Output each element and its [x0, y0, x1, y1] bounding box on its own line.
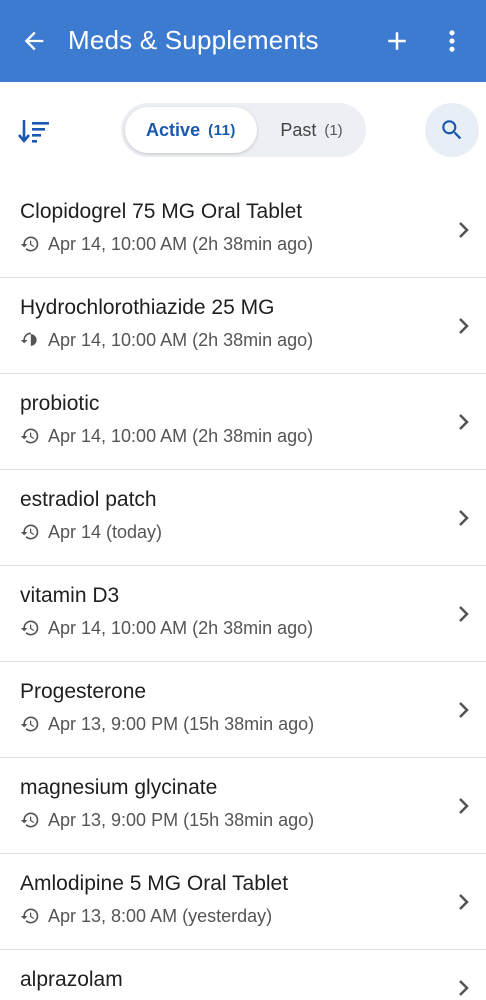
last-taken: Apr 13, 8:00 AM (yesterday) [20, 903, 272, 929]
chevron-right-icon [454, 698, 474, 722]
list-item[interactable]: estradiol patch Apr 14 (today) [0, 470, 486, 566]
tab-past-label: Past [280, 119, 317, 140]
status-segmented-control: Active (11) Past (1) [121, 103, 366, 157]
last-taken: Apr 13, 9:00 PM (15h 38min ago) [20, 711, 314, 737]
list-item[interactable]: probiotic Apr 14, 10:00 AM (2h 38min ago… [0, 374, 486, 470]
last-taken: Apr 14, 10:00 AM (2h 38min ago) [20, 423, 313, 449]
med-name: vitamin D3 [20, 584, 120, 607]
history-icon [20, 234, 40, 254]
chevron-right-icon [454, 602, 474, 626]
list-item[interactable]: alprazolam [0, 950, 486, 1000]
history-icon [20, 426, 40, 446]
search-button[interactable] [425, 103, 479, 157]
history-icon [20, 810, 40, 830]
tab-active[interactable]: Active (11) [125, 107, 257, 153]
chevron-right-icon [454, 890, 474, 914]
last-taken-text: Apr 14, 10:00 AM (2h 38min ago) [48, 233, 314, 254]
med-name: Amlodipine 5 MG Oral Tablet [20, 872, 289, 895]
plus-icon[interactable] [380, 24, 414, 58]
list-item[interactable]: magnesium glycinate Apr 13, 9:00 PM (15h… [0, 758, 486, 854]
med-name: Hydrochlorothiazide 25 MG [20, 296, 275, 319]
last-taken-text: Apr 14 (today) [48, 521, 163, 542]
last-taken: Apr 14, 10:00 AM (2h 38min ago) [20, 327, 313, 353]
medication-list: Clopidogrel 75 MG Oral Tablet Apr 14, 10… [0, 182, 486, 1000]
list-item[interactable]: Clopidogrel 75 MG Oral Tablet Apr 14, 10… [0, 182, 486, 278]
chevron-right-icon [454, 218, 474, 242]
med-name: Clopidogrel 75 MG Oral Tablet [20, 200, 303, 223]
list-item[interactable]: Amlodipine 5 MG Oral Tablet Apr 13, 8:00… [0, 854, 486, 950]
list-item[interactable]: Hydrochlorothiazide 25 MG Apr 14, 10:00 … [0, 278, 486, 374]
last-taken: Apr 14, 10:00 AM (2h 38min ago) [20, 615, 313, 641]
last-taken-text: Apr 14, 10:00 AM (2h 38min ago) [48, 425, 314, 446]
tab-active-label: Active [146, 119, 201, 140]
med-name: Progesterone [20, 680, 147, 703]
last-taken-text: Apr 13, 8:00 AM (yesterday) [48, 905, 273, 926]
filter-toolbar: Active (11) Past (1) [0, 82, 486, 178]
chevron-right-icon [454, 314, 474, 338]
page-title: Meds & Supplements [68, 25, 319, 55]
history-icon [20, 618, 40, 638]
history-icon [20, 906, 40, 926]
history-icon [20, 714, 40, 734]
tab-active-count: (11) [208, 121, 236, 139]
chevron-right-icon [454, 506, 474, 530]
history-icon [20, 330, 40, 350]
tab-past-count: (1) [324, 121, 343, 139]
med-name: estradiol patch [20, 488, 157, 511]
last-taken-text: Apr 14, 10:00 AM (2h 38min ago) [48, 329, 314, 350]
chevron-right-icon [454, 794, 474, 818]
app-bar: Meds & Supplements [0, 0, 486, 82]
search-icon [442, 120, 462, 140]
history-icon [20, 522, 40, 542]
chevron-right-icon [454, 976, 474, 1000]
more-vert-icon[interactable] [436, 24, 468, 58]
last-taken-text: Apr 13, 9:00 PM (15h 38min ago) [48, 713, 315, 734]
last-taken: Apr 14 (today) [20, 519, 162, 545]
last-taken: Apr 14, 10:00 AM (2h 38min ago) [20, 231, 313, 257]
chevron-right-icon [454, 410, 474, 434]
list-item[interactable]: vitamin D3 Apr 14, 10:00 AM (2h 38min ag… [0, 566, 486, 662]
arrow-left-icon[interactable] [18, 25, 50, 57]
last-taken-text: Apr 13, 9:00 PM (15h 38min ago) [48, 809, 315, 830]
sort-icon[interactable] [14, 114, 54, 148]
last-taken: Apr 13, 9:00 PM (15h 38min ago) [20, 807, 314, 833]
last-taken-text: Apr 14, 10:00 AM (2h 38min ago) [48, 617, 314, 638]
tab-past[interactable]: Past (1) [261, 107, 362, 153]
med-name: alprazolam [20, 968, 123, 991]
list-item[interactable]: Progesterone Apr 13, 9:00 PM (15h 38min … [0, 662, 486, 758]
med-name: magnesium glycinate [20, 776, 218, 799]
med-name: probiotic [20, 392, 100, 415]
